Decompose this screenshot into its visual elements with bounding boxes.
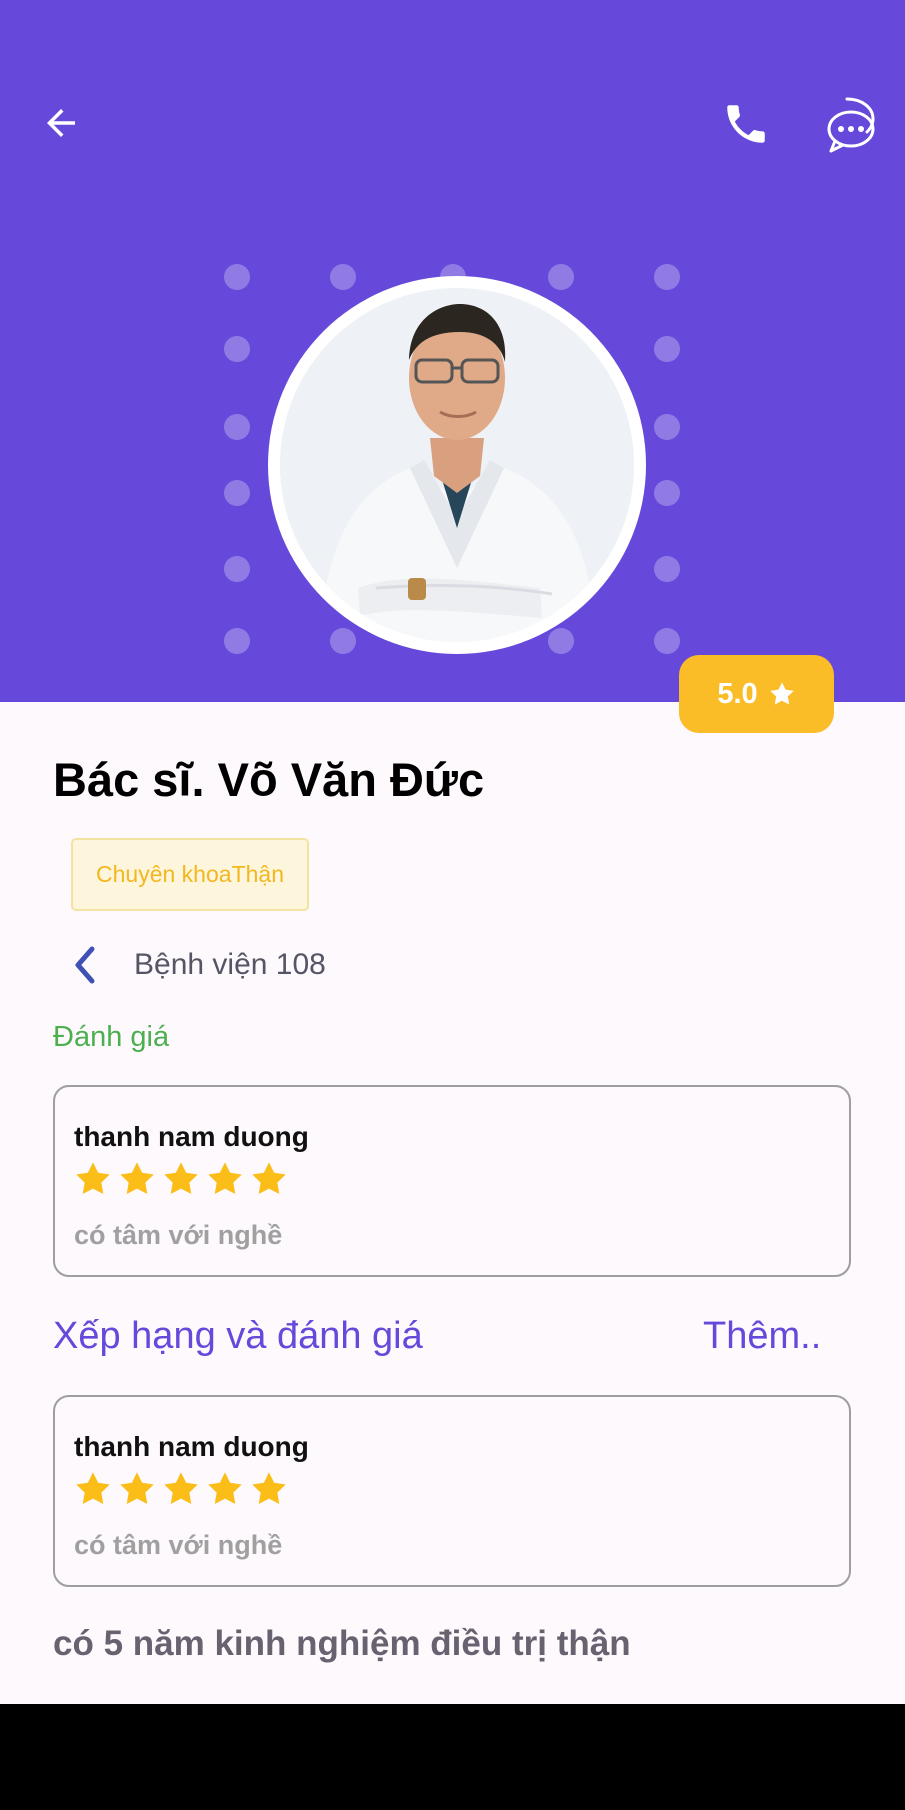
star-icon — [208, 1162, 242, 1195]
star-icon — [120, 1472, 154, 1505]
doctor-name: Bác sĩ. Võ Văn Đức — [53, 753, 485, 806]
profile-header — [0, 0, 905, 702]
star-icon — [76, 1162, 110, 1195]
arrow-left-icon — [47, 109, 75, 137]
star-rating — [73, 1159, 289, 1199]
star-icon — [76, 1472, 110, 1505]
rating-badge: 5.0 — [679, 655, 834, 733]
star-icon — [164, 1472, 198, 1505]
hospital-name: Bệnh viện 108 — [134, 948, 326, 981]
reviewer-name: thanh nam duong — [74, 1121, 309, 1152]
back-button[interactable] — [36, 98, 86, 148]
star-icon — [208, 1472, 242, 1505]
see-more-link[interactable]: Thêm.. — [703, 1315, 821, 1358]
rating-value: 5.0 — [717, 677, 758, 710]
star-rating — [73, 1469, 289, 1509]
review-text: có tâm với nghề — [74, 1530, 283, 1560]
star-icon — [164, 1162, 198, 1195]
review-card: thanh nam duong có tâm với nghề — [53, 1085, 851, 1277]
system-nav-bar — [0, 1704, 905, 1810]
hospital-row[interactable]: Bệnh viện 108 — [70, 940, 326, 990]
star-icon — [252, 1472, 286, 1505]
ratings-section-title: Xếp hạng và đánh giá — [53, 1315, 423, 1357]
star-icon — [769, 682, 794, 705]
review-section-label: Đánh giá — [53, 1021, 170, 1053]
reviewer-name: thanh nam duong — [74, 1431, 309, 1462]
chat-bubbles-icon — [827, 97, 875, 153]
phone-icon — [727, 105, 765, 143]
chat-button[interactable] — [820, 92, 886, 158]
review-card: thanh nam duong có tâm với nghề — [53, 1395, 851, 1587]
doctor-photo — [280, 288, 634, 642]
star-icon — [252, 1162, 286, 1195]
specialty-tag: Chuyên khoaThận — [71, 838, 309, 911]
star-icon — [120, 1162, 154, 1195]
experience-text: có 5 năm kinh nghiệm điều trị thận — [53, 1624, 631, 1663]
review-text: có tâm với nghề — [74, 1220, 283, 1250]
avatar — [268, 276, 646, 654]
call-button[interactable] — [718, 96, 774, 152]
chevron-left-icon — [75, 946, 95, 984]
